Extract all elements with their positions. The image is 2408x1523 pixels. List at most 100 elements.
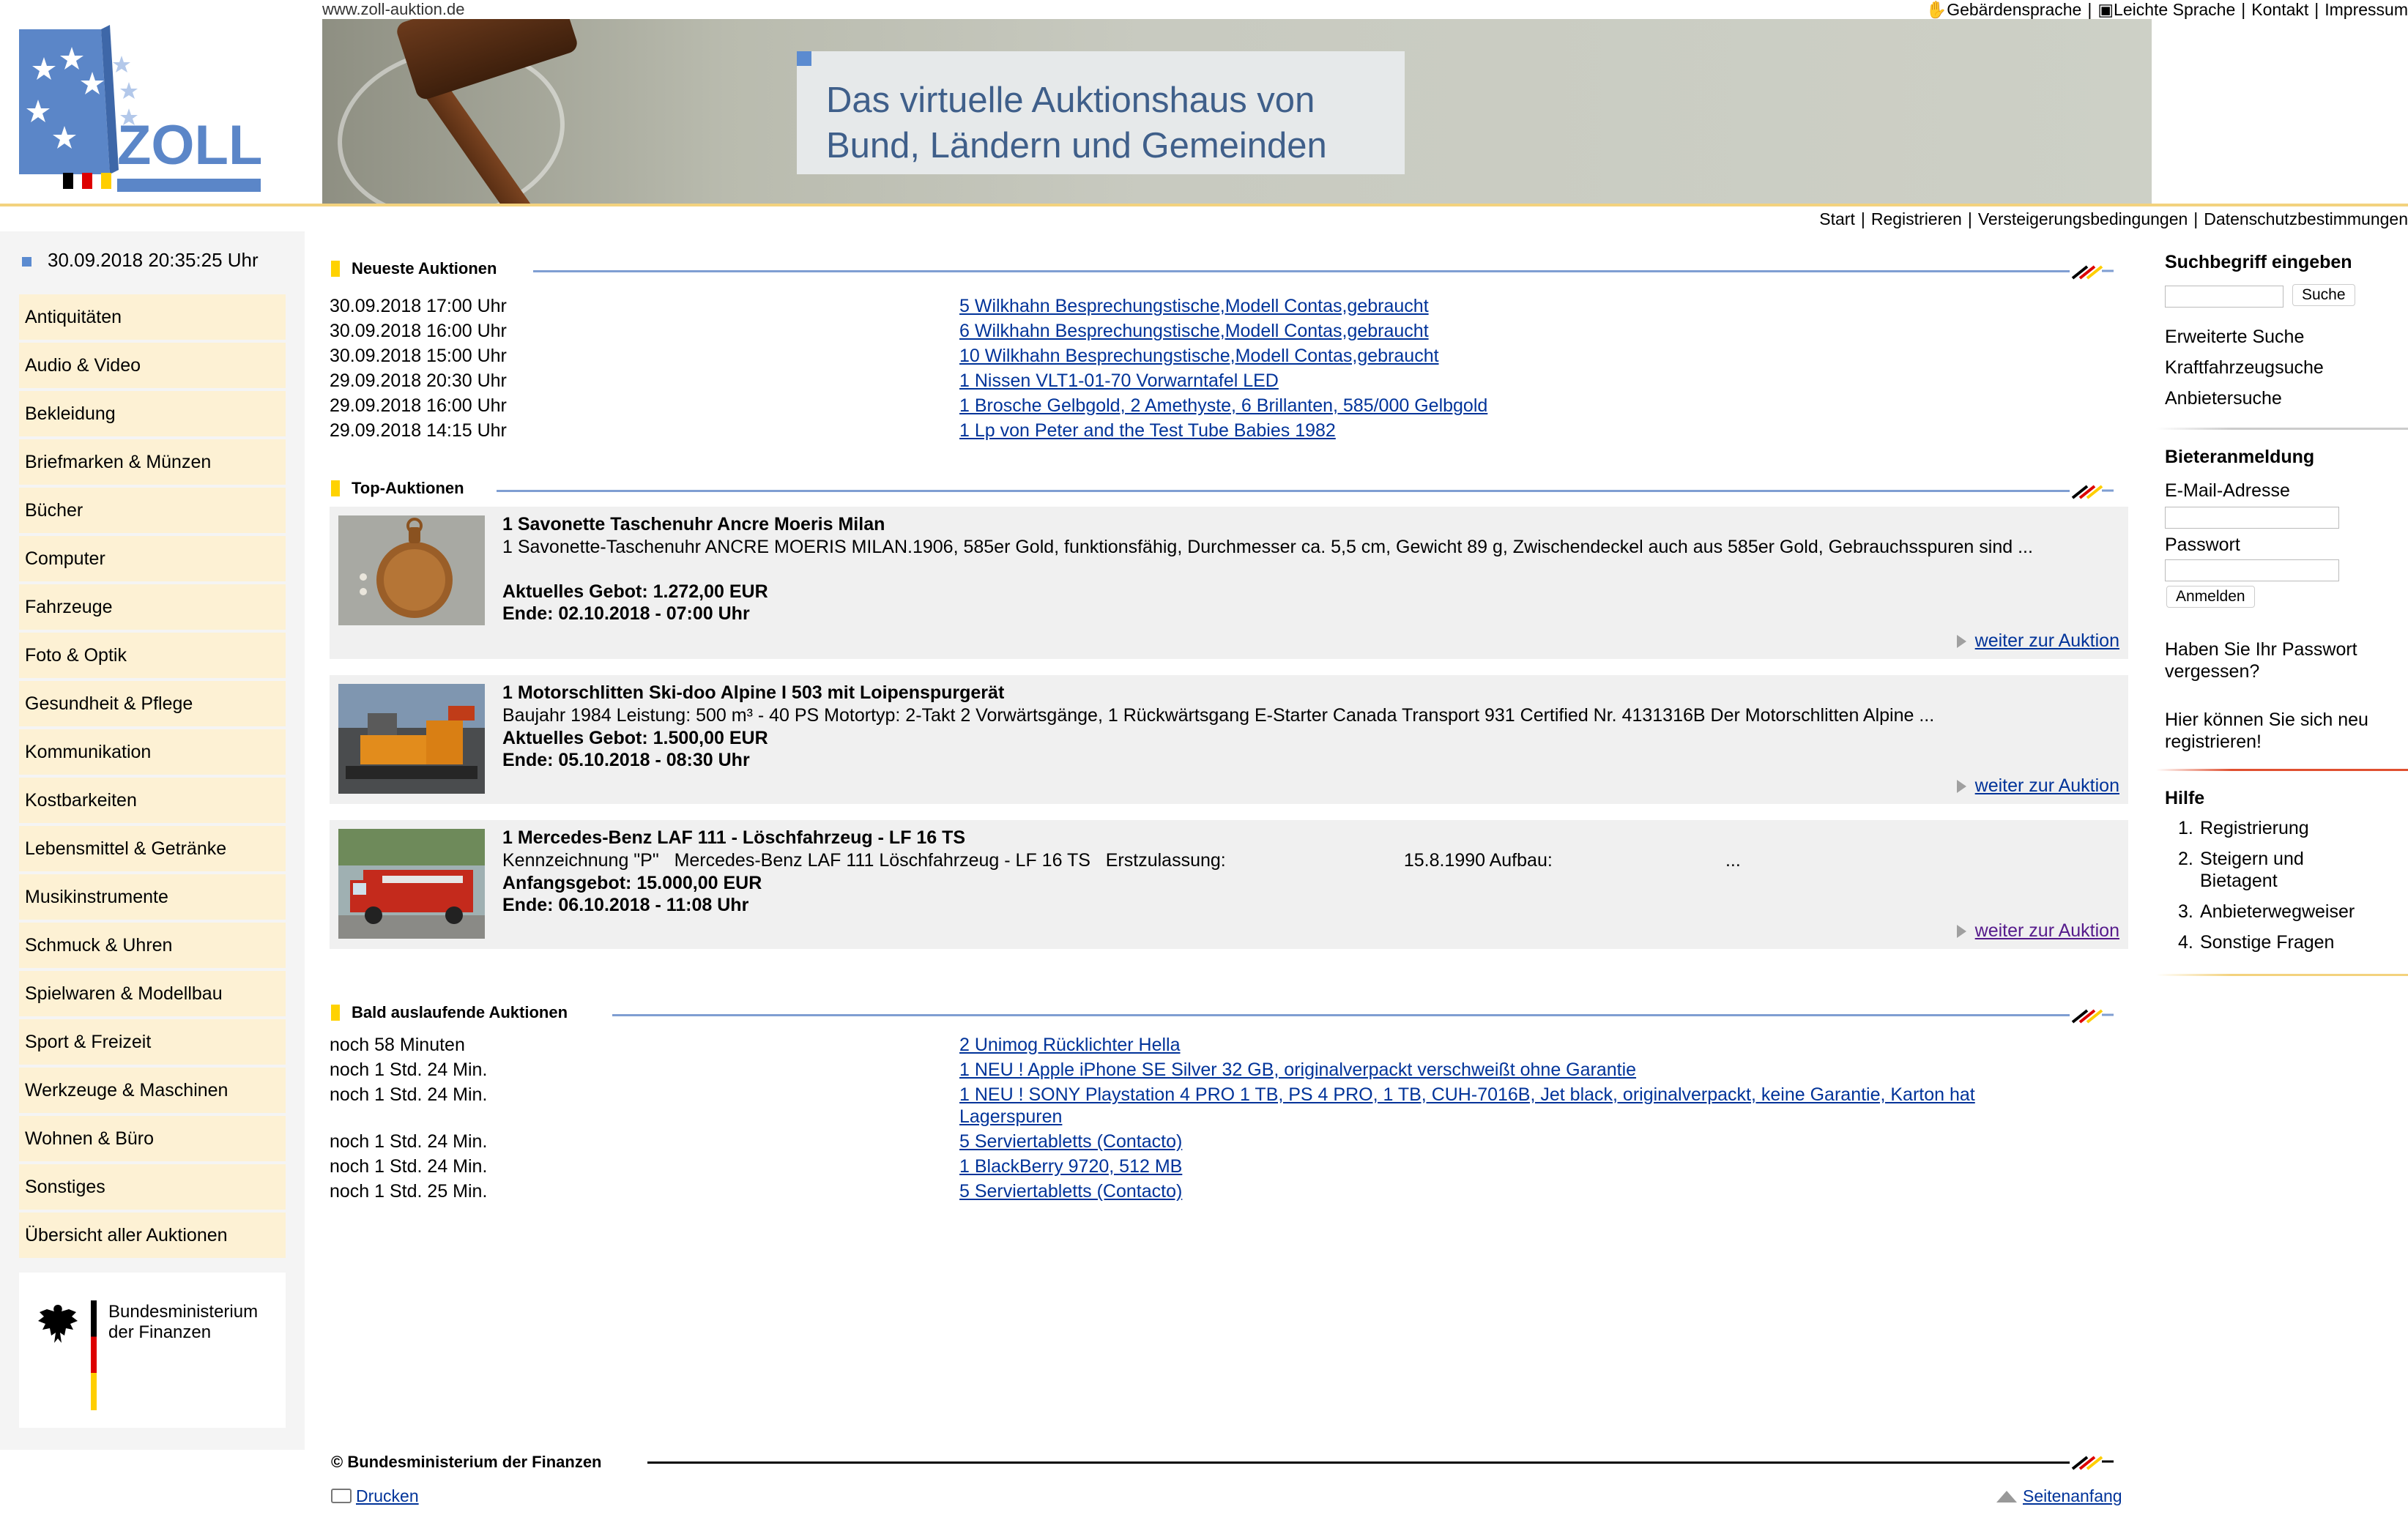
topnav-easy-language[interactable]: Leichte Sprache [2114, 0, 2235, 19]
category-valuables[interactable]: Kostbarkeiten [19, 778, 286, 823]
auction-title[interactable]: 1 Motorschlitten Ski-doo Alpine I 503 mi… [502, 682, 1004, 704]
category-instruments[interactable]: Musikinstrumente [19, 874, 286, 920]
page-top-link[interactable]: Seitenanfang [2023, 1486, 2122, 1505]
category-toys-models[interactable]: Spielwaren & Modellbau [19, 971, 286, 1016]
sub-navigation: Start | Registrieren | Versteigerungsbedingu… [1819, 206, 2408, 231]
section-marker-icon [331, 1005, 340, 1021]
zoll-logo[interactable]: ZOLL [0, 0, 322, 204]
auction-time: 29.09.2018 14:15 Uhr [330, 420, 507, 441]
list-item: noch 1 Std. 24 Min. 1 NEU ! SONY Playstat… [330, 1082, 2124, 1129]
category-clothing[interactable]: Bekleidung [19, 391, 286, 436]
category-jewelry-watches[interactable]: Schmuck & Uhren [19, 923, 286, 968]
auction-time: 29.09.2018 20:30 Uhr [330, 370, 507, 391]
auction-description: 1 Savonette-Taschenuhr ANCRE MOERIS MILA… [502, 537, 2033, 557]
vehicle-search-link[interactable]: Kraftfahrzeugsuche [2165, 357, 2324, 379]
category-tools-machines[interactable]: Werkzeuge & Maschinen [19, 1068, 286, 1113]
category-photo-optics[interactable]: Foto & Optik [19, 633, 286, 678]
category-antiques[interactable]: Antiquitäten [19, 294, 286, 340]
category-sport-leisure[interactable]: Sport & Freizeit [19, 1019, 286, 1065]
category-all-auctions[interactable]: Übersicht aller Auktionen [19, 1213, 286, 1258]
newest-list: 30.09.2018 17:00 Uhr 5 Wilkhahn Besprechu… [330, 294, 2124, 443]
more-link[interactable]: weiter zur Auktion [1975, 775, 2119, 796]
category-books[interactable]: Bücher [19, 488, 286, 533]
auction-link[interactable]: 1 Nissen VLT1-01-70 Vorwarntafel LED [959, 370, 1279, 391]
auction-link[interactable]: 1 Brosche Gelbgold, 2 Amethyste, 6 Brill… [959, 395, 1487, 416]
search-input[interactable] [2165, 286, 2283, 308]
category-computer[interactable]: Computer [19, 536, 286, 581]
auction-link[interactable]: 5 Wilkhahn Besprechungstische,Modell Con… [959, 296, 1429, 316]
list-item: 30.09.2018 16:00 Uhr 6 Wilkhahn Besprechu… [330, 319, 2124, 343]
auction-link[interactable]: 1 NEU ! SONY Playstation 4 PRO 1 TB, PS … [959, 1084, 1975, 1105]
help-other-questions-link[interactable]: Sonstige Fragen [2200, 931, 2334, 953]
auction-bid: Aktuelles Gebot: 1.272,00 EUR [502, 581, 768, 602]
list-item: noch 1 Std. 24 Min. 1 BlackBerry 9720, 51… [330, 1154, 2124, 1179]
easy-language-icon: ▣ [2097, 0, 2114, 19]
help-bidding-link[interactable]: Steigern und Bietagent [2200, 848, 2346, 892]
topnav-contact[interactable]: Kontakt [2251, 0, 2308, 19]
auction-title[interactable]: 1 Mercedes-Benz LAF 111 - Löschfahrzeug … [502, 827, 965, 849]
category-health-care[interactable]: Gesundheit & Pflege [19, 681, 286, 726]
login-button[interactable]: Anmelden [2166, 586, 2255, 608]
list-item: 29.09.2018 14:15 Uhr 1 Lp von Peter and t… [330, 418, 2124, 443]
banner-line-1: Das virtuelle Auktionshaus von [826, 81, 1315, 120]
more-link[interactable]: weiter zur Auktion [1975, 630, 2119, 651]
auction-title[interactable]: 1 Savonette Taschenuhr Ancre Moeris Mila… [502, 514, 885, 535]
subnav-privacy[interactable]: Datenschutzbestimmungen [2204, 209, 2408, 228]
auction-end: Ende: 02.10.2018 - 07:00 Uhr [502, 603, 750, 624]
help-seller-guide-link[interactable]: Anbieterwegweiser [2200, 901, 2355, 923]
auction-link[interactable]: 5 Serviertabletts (Contacto) [959, 1181, 1182, 1202]
right-separator-red [2156, 769, 2408, 771]
password-field[interactable] [2165, 559, 2339, 581]
subnav-terms[interactable]: Versteigerungsbedingungen [1978, 209, 2188, 228]
register-link[interactable]: Hier können Sie sich neu registrieren! [2165, 709, 2399, 753]
time-left: noch 1 Std. 24 Min. [330, 1060, 488, 1080]
section-marker-icon [331, 480, 340, 496]
seller-search-link[interactable]: Anbietersuche [2165, 388, 2282, 409]
ministry-logo[interactable]: Bundesministerium der Finanzen [19, 1273, 286, 1428]
pocket-watch-thumbnail[interactable] [338, 515, 485, 625]
subnav-start[interactable]: Start [1819, 209, 1855, 228]
auction-description: Baujahr 1984 Leistung: 500 m³ - 40 PS Mo… [502, 705, 1935, 726]
print-link[interactable]: Drucken [356, 1486, 419, 1505]
arrow-right-icon [1956, 635, 1966, 648]
subnav-register[interactable]: Registrieren [1871, 209, 1962, 228]
category-communication[interactable]: Kommunikation [19, 729, 286, 775]
auction-link[interactable]: 6 Wilkhahn Besprechungstische,Modell Con… [959, 321, 1429, 341]
category-audio-video[interactable]: Audio & Video [19, 343, 286, 388]
datetime-text: 30.09.2018 20:35:25 Uhr [48, 249, 259, 271]
auction-link[interactable]: 1 Lp von Peter and the Test Tube Babies … [959, 420, 1336, 441]
time-left: noch 1 Std. 24 Min. [330, 1131, 488, 1152]
password-label: Passwort [2165, 535, 2240, 555]
search-button[interactable]: Suche [2292, 284, 2355, 306]
category-list: Antiquitäten Audio & Video Bekleidung Br… [19, 294, 286, 1261]
help-item: 4. Sonstige Fragen [2178, 931, 2335, 953]
auction-link[interactable]: 1 BlackBerry 9720, 512 MB [959, 1156, 1182, 1177]
auction-link[interactable]: 2 Unimog Rücklichter Hella [959, 1035, 1181, 1055]
category-other[interactable]: Sonstiges [19, 1164, 286, 1210]
advanced-search-link[interactable]: Erweiterte Suche [2165, 327, 2304, 348]
category-home-office[interactable]: Wohnen & Büro [19, 1116, 286, 1161]
category-vehicles[interactable]: Fahrzeuge [19, 584, 286, 630]
more-link[interactable]: weiter zur Auktion [1975, 920, 2119, 941]
category-stamps-coins[interactable]: Briefmarken & Münzen [19, 439, 286, 485]
forgot-password-link[interactable]: Haben Sie Ihr Passwort vergessen? [2165, 638, 2399, 682]
arrow-right-icon [1956, 925, 1966, 938]
topnav-sign-language[interactable]: Gebärdensprache [1947, 0, 2081, 19]
auction-time: 30.09.2018 16:00 Uhr [330, 321, 507, 341]
auction-link[interactable]: 5 Serviertabletts (Contacto) [959, 1131, 1182, 1152]
site-url[interactable]: www.zoll-auktion.de [322, 0, 464, 19]
newest-heading-text: Neueste Auktionen [352, 259, 497, 278]
snowmobile-thumbnail[interactable] [338, 684, 485, 794]
topnav-imprint[interactable]: Impressum [2325, 0, 2408, 19]
auction-link[interactable]: 1 NEU ! Apple iPhone SE Silver 32 GB, or… [959, 1060, 1636, 1080]
fire-truck-thumbnail[interactable] [338, 829, 485, 939]
auction-link[interactable]: 10 Wilkhahn Besprechungstische,Modell Co… [959, 346, 1439, 366]
email-field[interactable] [2165, 507, 2339, 529]
ending-list: noch 58 Minuten 2 Unimog Rücklichter Hell… [330, 1032, 2124, 1204]
auction-link-continued[interactable]: Lagerspuren [959, 1106, 1062, 1127]
german-flag-bar [91, 1300, 97, 1410]
help-registration-link[interactable]: Registrierung [2200, 817, 2309, 839]
ending-heading-text: Bald auslaufende Auktionen [352, 1003, 568, 1021]
banner-square-icon [797, 51, 811, 66]
category-food-drinks[interactable]: Lebensmittel & Getränke [19, 826, 286, 871]
